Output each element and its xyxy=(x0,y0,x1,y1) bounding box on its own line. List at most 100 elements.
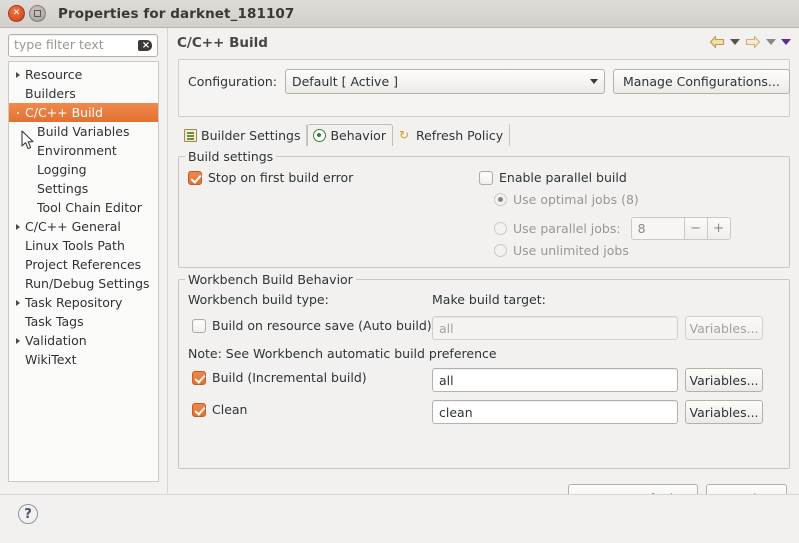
use-optimal-jobs-label: Use optimal jobs (8) xyxy=(513,192,639,207)
use-optimal-jobs-row: Use optimal jobs (8) xyxy=(494,192,639,207)
filter-container: type filter text xyxy=(8,34,158,57)
expand-arrow-icon[interactable] xyxy=(12,223,24,230)
configuration-selected-value: Default [ Active ] xyxy=(291,74,398,89)
settings-tree[interactable]: Resource Builders C/C++ Build Build Variabl… xyxy=(8,61,159,482)
enable-parallel-build-row[interactable]: Enable parallel build xyxy=(479,170,627,185)
help-icon[interactable]: ? xyxy=(18,504,38,524)
enable-parallel-build-checkbox[interactable] xyxy=(479,170,493,185)
parallel-jobs-increment-button: + xyxy=(706,218,730,239)
build-incremental-row[interactable]: Build (Incremental build) xyxy=(192,370,367,385)
clean-label: Clean xyxy=(212,402,248,417)
clean-variables-button[interactable]: Variables... xyxy=(685,400,763,424)
search-input-placeholder: type filter text xyxy=(14,37,104,53)
stop-on-first-build-error-checkbox[interactable] xyxy=(188,170,202,185)
build-settings-group: Build settings Stop on first build error… xyxy=(178,149,790,268)
clean-checkbox[interactable] xyxy=(192,402,206,417)
forward-history-chevron-down-icon[interactable] xyxy=(766,39,776,45)
history-menu-chevron-down-icon[interactable] xyxy=(781,39,791,45)
properties-dialog: ✕ Properties for darknet_181107 type fil… xyxy=(0,0,799,543)
sidebar-item-label: WikiText xyxy=(25,352,77,367)
incremental-build-target-input[interactable]: all xyxy=(432,368,678,392)
tab-bar: Builder Settings Behavior ↻ Refresh Policy xyxy=(178,123,790,146)
auto-build-target-value: all xyxy=(439,320,454,336)
sidebar-item-linux-tools-path[interactable]: Linux Tools Path xyxy=(9,236,158,255)
tab-label: Refresh Policy xyxy=(415,128,504,143)
sidebar-item-label: Run/Debug Settings xyxy=(25,276,150,291)
make-build-target-text: Make build target: xyxy=(432,292,546,307)
tab-refresh-policy[interactable]: ↻ Refresh Policy xyxy=(393,124,511,146)
use-unlimited-jobs-label: Use unlimited jobs xyxy=(513,243,629,258)
title-bar: ✕ Properties for darknet_181107 xyxy=(0,0,799,28)
stop-on-first-build-error-row[interactable]: Stop on first build error xyxy=(188,170,353,185)
workbench-build-behavior-legend: Workbench Build Behavior xyxy=(185,272,356,287)
expand-arrow-icon[interactable] xyxy=(12,337,24,344)
build-settings-legend: Build settings xyxy=(185,149,277,164)
sidebar-item-label: Build Variables xyxy=(37,124,130,139)
navigation-toolbar xyxy=(709,35,791,49)
back-arrow-icon[interactable] xyxy=(709,35,725,49)
sidebar-item-c-c-general[interactable]: C/C++ General xyxy=(9,217,158,236)
incremental-build-variables-button[interactable]: Variables... xyxy=(685,368,763,392)
forward-arrow-icon[interactable] xyxy=(745,35,761,49)
auto-build-target-input: all xyxy=(432,316,678,340)
main-panel: C/C++ Build Configuration: Default [Act… xyxy=(167,28,799,512)
window-title: Properties for darknet_181107 xyxy=(58,5,295,22)
workbench-build-behavior-group: Workbench Build Behavior Workbench build… xyxy=(178,272,790,469)
expand-arrow-icon[interactable] xyxy=(12,71,24,78)
dialog-footer: ? Cancel Apply and Close https://blog.cs… xyxy=(0,495,799,543)
sidebar-item-project-references[interactable]: Project References xyxy=(9,255,158,274)
list-icon xyxy=(184,129,197,142)
build-on-resource-save-checkbox[interactable] xyxy=(192,318,206,333)
parallel-jobs-decrement-button: − xyxy=(683,218,707,239)
sidebar-item-label: Settings xyxy=(37,181,89,196)
sidebar-item-validation[interactable]: Validation xyxy=(9,331,158,350)
close-icon[interactable]: ✕ xyxy=(8,5,25,22)
sidebar-item-label: Task Repository xyxy=(25,295,123,310)
tab-behavior[interactable]: Behavior xyxy=(307,124,393,146)
parallel-jobs-stepper: 8 − + xyxy=(630,217,731,240)
mouse-cursor xyxy=(21,130,35,151)
tab-builder-settings[interactable]: Builder Settings xyxy=(178,124,308,146)
build-on-resource-save-row[interactable]: Build on resource save (Auto build) xyxy=(192,318,432,333)
enable-parallel-build-label: Enable parallel build xyxy=(499,170,627,185)
sidebar-item-label: Project References xyxy=(25,257,142,272)
clean-target-value: clean xyxy=(439,404,473,420)
build-incremental-label: Build (Incremental build) xyxy=(212,370,367,385)
parallel-jobs-value: 8 xyxy=(631,218,684,239)
sidebar-item-label: C/C++ General xyxy=(25,219,121,234)
clean-target-input[interactable]: clean xyxy=(432,400,678,424)
sidebar-item-c-c-build[interactable]: C/C++ Build xyxy=(9,103,158,122)
sidebar-item-label: C/C++ Build xyxy=(25,105,103,120)
manage-configurations-button[interactable]: Manage Configurations... xyxy=(612,69,790,94)
clear-icon[interactable] xyxy=(138,40,152,51)
sidebar: type filter text Resource Builders C/C++ B… xyxy=(0,28,167,494)
sidebar-item-resource[interactable]: Resource xyxy=(9,65,158,84)
maximize-icon[interactable] xyxy=(29,5,46,22)
clean-row[interactable]: Clean xyxy=(192,402,247,417)
sidebar-item-task-repository[interactable]: Task Repository xyxy=(9,293,158,312)
configuration-select[interactable]: Default [ Active ] xyxy=(284,69,605,94)
sidebar-item-wikitext[interactable]: WikiText xyxy=(9,350,158,369)
chevron-down-icon xyxy=(589,79,598,84)
build-incremental-checkbox[interactable] xyxy=(192,370,206,385)
sidebar-item-builders[interactable]: Builders xyxy=(9,84,158,103)
use-optimal-jobs-radio xyxy=(494,193,507,206)
sidebar-item-label: Linux Tools Path xyxy=(25,238,125,253)
sidebar-item-label: Validation xyxy=(25,333,87,348)
sidebar-item-label: Tool Chain Editor xyxy=(37,200,142,215)
sidebar-item-run-debug-settings[interactable]: Run/Debug Settings xyxy=(9,274,158,293)
sidebar-item-task-tags[interactable]: Task Tags xyxy=(9,312,158,331)
workbench-note-text: Note: See Workbench automatic build pref… xyxy=(188,346,497,361)
use-parallel-jobs-label: Use parallel jobs: xyxy=(513,221,621,236)
sidebar-item-tool-chain-editor[interactable]: Tool Chain Editor xyxy=(9,198,158,217)
back-history-chevron-down-icon[interactable] xyxy=(730,39,740,45)
workbench-note: Note: See Workbench automatic build pref… xyxy=(188,346,497,361)
sidebar-item-label: Logging xyxy=(37,162,87,177)
use-unlimited-jobs-row: Use unlimited jobs xyxy=(494,243,629,258)
sidebar-item-settings[interactable]: Settings xyxy=(9,179,158,198)
sidebar-item-logging[interactable]: Logging xyxy=(9,160,158,179)
sidebar-item-label: Builders xyxy=(25,86,76,101)
expand-arrow-icon[interactable] xyxy=(12,299,24,306)
workbench-build-type-text: Workbench build type: xyxy=(188,292,329,307)
search-input[interactable]: type filter text xyxy=(8,34,158,57)
